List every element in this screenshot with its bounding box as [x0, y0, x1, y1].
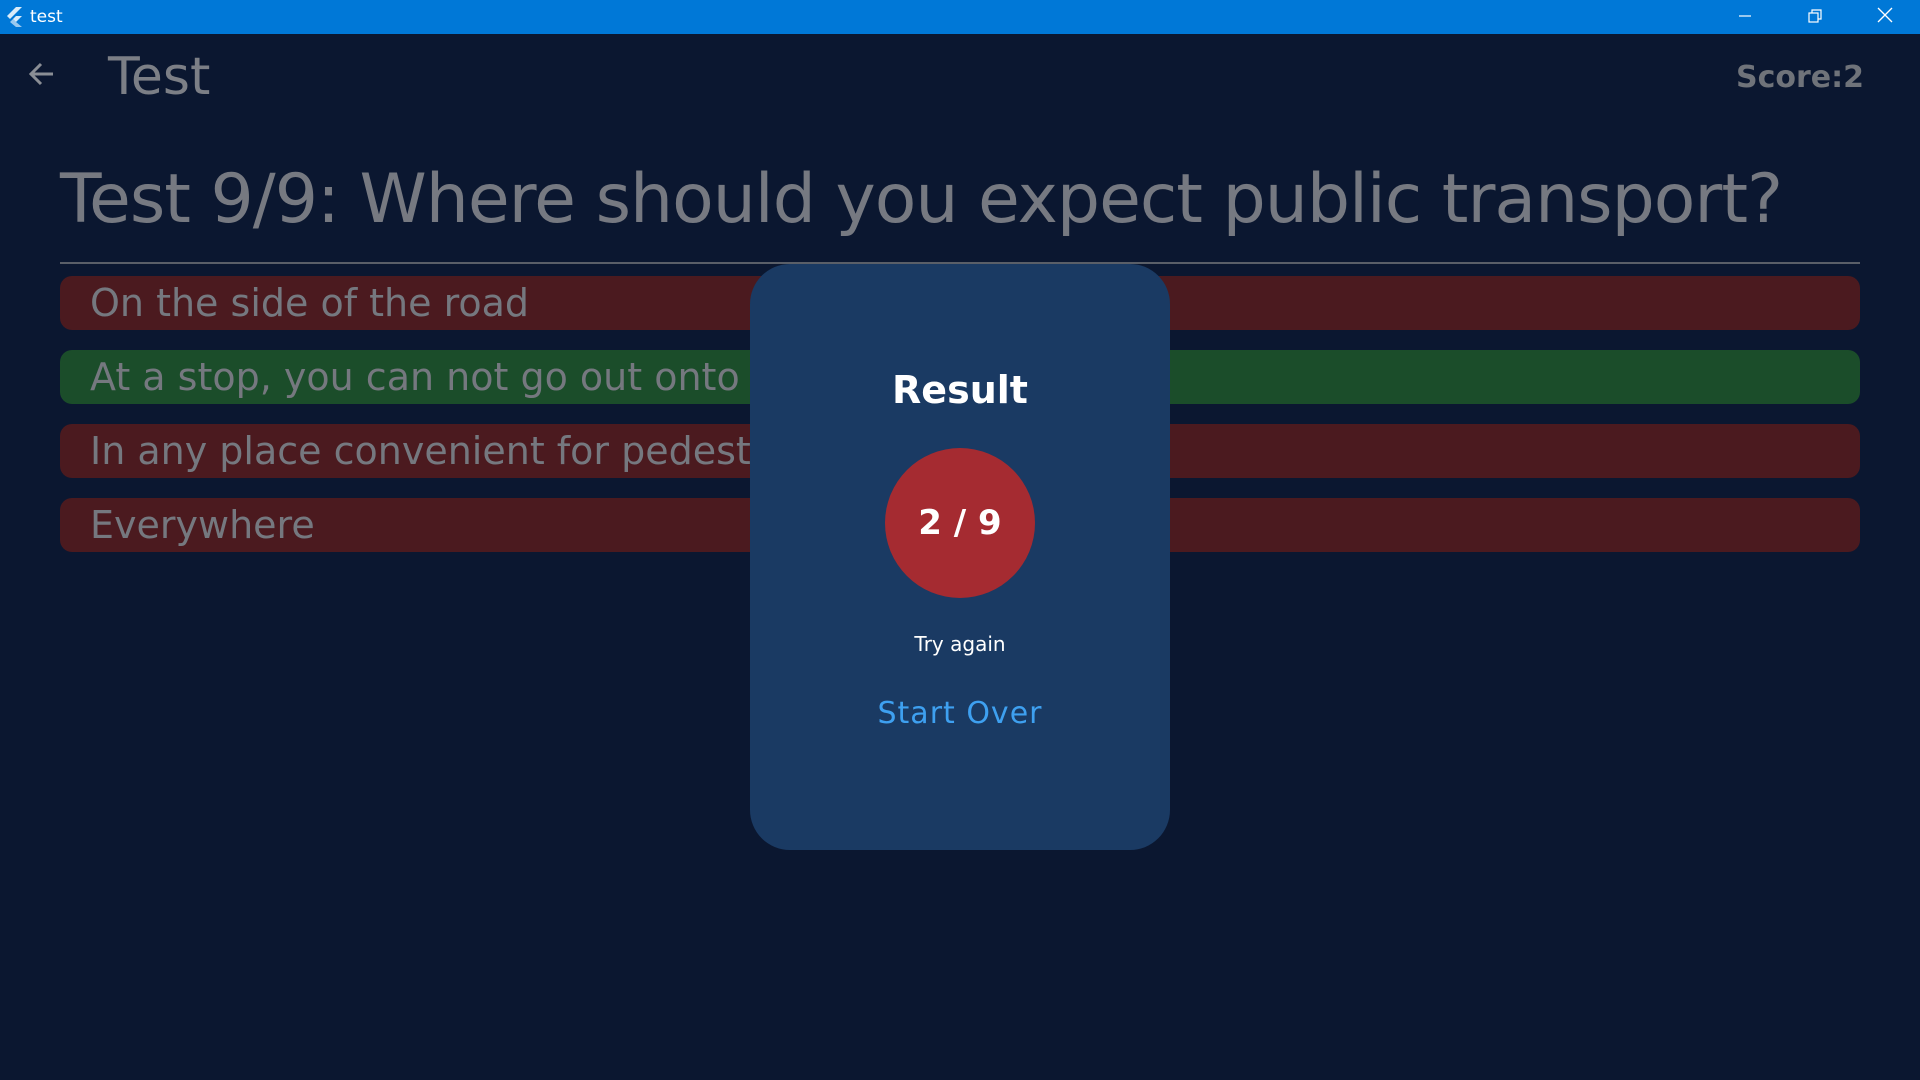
flutter-icon [4, 7, 24, 27]
result-message: Try again [914, 632, 1006, 656]
window-controls [1710, 0, 1920, 34]
result-score-circle: 2 / 9 [885, 448, 1035, 598]
answer-label: At a stop, you can not go out onto the [90, 355, 815, 399]
question-text: Test 9/9: Where should you expect public… [60, 160, 1783, 239]
app-window: test Test Score:2 Test 9/9: Where should… [0, 0, 1920, 1080]
close-icon [1877, 7, 1893, 27]
dialog-title: Result [892, 368, 1028, 412]
arrow-left-icon [28, 60, 56, 92]
minimize-icon [1738, 8, 1752, 27]
back-button[interactable] [22, 56, 62, 96]
minimize-button[interactable] [1710, 0, 1780, 34]
answer-label: In any place convenient for pedestrian [90, 429, 825, 473]
score-label: Score:2 [1735, 60, 1864, 95]
answer-label: On the side of the road [90, 281, 530, 325]
page-title: Test [108, 47, 211, 107]
window-title: test [30, 7, 63, 27]
start-over-button[interactable]: Start Over [750, 696, 1170, 731]
app-bar: Test Score:2 [0, 34, 1920, 130]
close-button[interactable] [1850, 0, 1920, 34]
answer-label: Everywhere [90, 503, 315, 547]
restore-icon [1808, 8, 1822, 27]
result-score: 2 / 9 [918, 503, 1002, 543]
result-dialog: Result 2 / 9 Try again Start Over [750, 264, 1170, 850]
title-bar: test [0, 0, 1920, 34]
restore-button[interactable] [1780, 0, 1850, 34]
